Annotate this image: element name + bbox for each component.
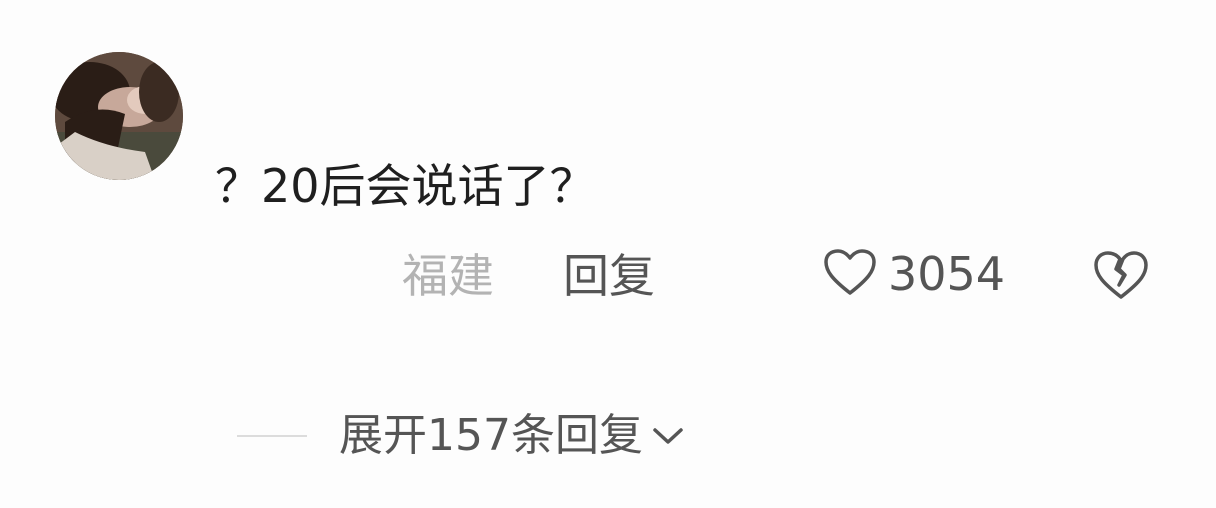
dislike-button[interactable] (1092, 249, 1150, 301)
like-button[interactable]: 3054 (822, 244, 1005, 304)
avatar[interactable] (55, 52, 183, 180)
comment-text: ？20后会说话了？ (215, 159, 596, 213)
avatar-image (55, 52, 183, 180)
expand-replies-button[interactable]: 展开157条回复 (237, 406, 685, 466)
reply-button[interactable]: 回复 (563, 246, 655, 306)
comment-item: ？20后会说话了？ 福建 回复 3054 展开157条回复 (0, 0, 1216, 508)
location-label: 福建 (402, 249, 494, 303)
broken-heart-icon (1092, 251, 1150, 305)
expand-replies-label: 展开157条回复 (339, 410, 643, 461)
chevron-down-icon (651, 424, 685, 448)
like-count: 3054 (888, 247, 1006, 301)
heart-outline-icon (822, 247, 878, 301)
comment-meta: 福建 (402, 246, 494, 306)
divider (237, 435, 307, 437)
